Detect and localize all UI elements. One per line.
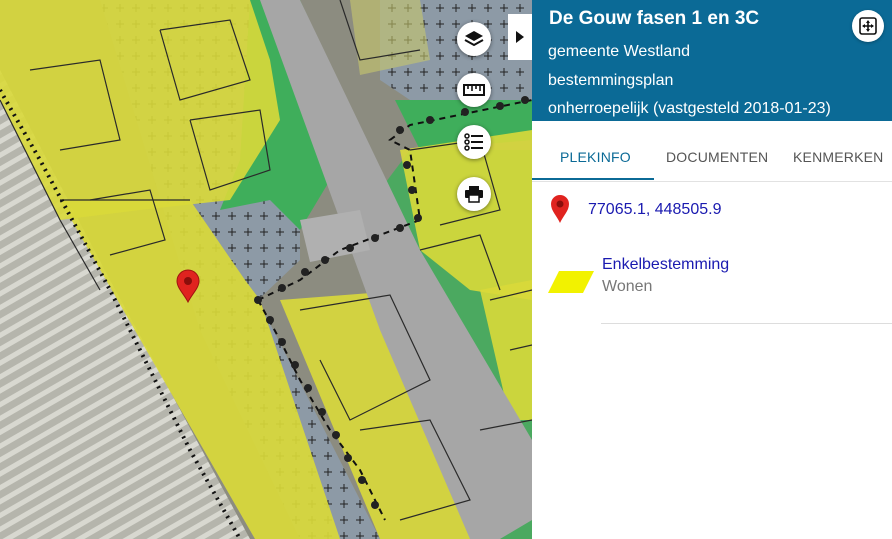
ruler-icon: [463, 84, 485, 96]
plan-type: bestemmingsplan: [548, 72, 674, 89]
zoom-extent-icon: [859, 17, 877, 35]
tab-kenmerken[interactable]: KENMERKEN: [793, 149, 883, 165]
print-icon: [465, 186, 483, 203]
active-tab-indicator: [532, 178, 654, 180]
location-pin-icon: [550, 194, 570, 229]
tab-plekinfo[interactable]: PLEKINFO: [560, 149, 631, 165]
print-button[interactable]: [457, 177, 491, 211]
zoom-to-plan-button[interactable]: [852, 10, 884, 42]
tab-documenten[interactable]: DOCUMENTEN: [666, 149, 768, 165]
panel-header: De Gouw fasen 1 en 3C gemeente Westland …: [532, 0, 892, 121]
plan-title: De Gouw fasen 1 en 3C: [549, 8, 760, 29]
divider: [601, 323, 892, 324]
bestemming-type-link[interactable]: Enkelbestemming: [602, 256, 729, 274]
legend-list-icon: [464, 133, 483, 151]
collapse-panel-button[interactable]: [508, 14, 532, 60]
map-view[interactable]: [0, 0, 532, 539]
plan-municipality: gemeente Westland: [548, 43, 691, 60]
chevron-right-icon: [516, 31, 524, 43]
legend-button[interactable]: [457, 125, 491, 159]
measure-button[interactable]: [457, 73, 491, 107]
info-panel: De Gouw fasen 1 en 3C gemeente Westland …: [532, 0, 892, 539]
layers-icon: [464, 31, 484, 47]
bestemming-swatch: [547, 270, 595, 299]
map-canvas[interactable]: [0, 0, 532, 539]
plan-status: onherroepelijk (vastgesteld 2018-01-23): [548, 100, 831, 117]
layers-button[interactable]: [457, 22, 491, 56]
panel-tabs: PLEKINFO DOCUMENTEN KENMERKEN: [532, 121, 892, 182]
location-coordinates[interactable]: 77065.1, 448505.9: [588, 201, 721, 219]
bestemming-name: Wonen: [602, 278, 653, 295]
